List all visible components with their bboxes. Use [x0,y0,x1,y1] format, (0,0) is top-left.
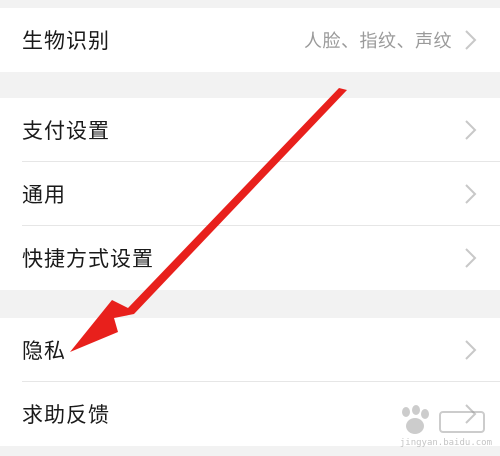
settings-group-1: 生物识别 人脸、指纹、声纹 [0,8,500,72]
baidu-jingyan-watermark: jingyan.baidu.com [392,404,492,448]
row-label: 生物识别 [22,29,110,53]
chevron-right-icon [465,340,477,360]
chevron-right-icon [465,248,477,268]
settings-screen: 生物识别 人脸、指纹、声纹 支付设置 通用 快捷方式设置 隐私 求助反馈 jin… [0,0,500,456]
row-label: 隐私 [22,339,66,363]
paw-logo-icon [402,405,485,434]
settings-row-general[interactable]: 通用 [0,162,500,226]
chevron-right-icon [465,30,477,50]
chevron-right-icon [465,184,477,204]
row-label: 支付设置 [22,119,110,143]
settings-group-2: 支付设置 通用 快捷方式设置 [0,98,500,290]
watermark-url: jingyan.baidu.com [399,438,492,448]
settings-row-biometrics[interactable]: 生物识别 人脸、指纹、声纹 [0,8,500,72]
row-value: 人脸、指纹、声纹 [304,31,452,52]
chevron-right-icon [465,120,477,140]
row-label: 快捷方式设置 [22,247,154,271]
settings-row-payment[interactable]: 支付设置 [0,98,500,162]
row-label: 通用 [22,183,66,207]
row-label: 求助反馈 [22,403,110,427]
settings-row-privacy[interactable]: 隐私 [0,318,500,382]
settings-row-shortcuts[interactable]: 快捷方式设置 [0,226,500,290]
